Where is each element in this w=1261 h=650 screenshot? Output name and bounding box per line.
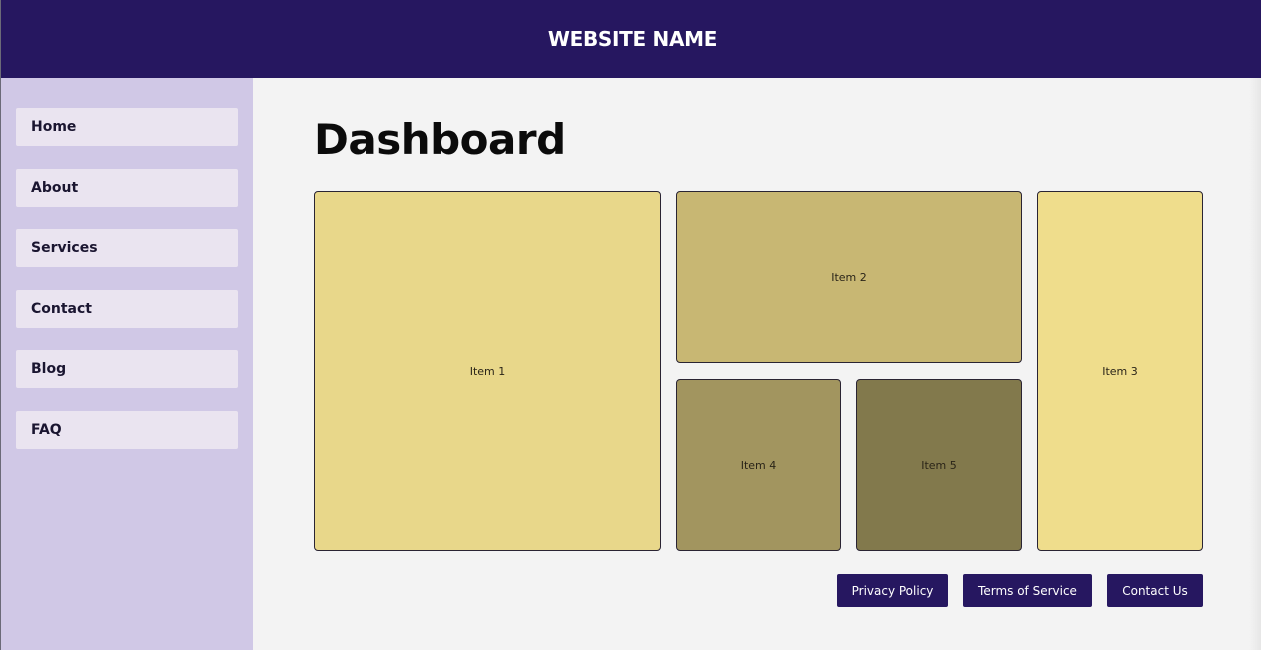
app-window: WEBSITE NAME Home About Services Contact… bbox=[0, 0, 1261, 650]
edge-shadow bbox=[1249, 78, 1261, 650]
dashboard-item-1: Item 1 bbox=[314, 191, 661, 551]
sidebar-item-about[interactable]: About bbox=[16, 169, 238, 207]
main-content: Dashboard Item 1 Item 2 Item 3 Item 4 It… bbox=[253, 78, 1261, 650]
sidebar-item-blog[interactable]: Blog bbox=[16, 350, 238, 388]
item-label: Item 1 bbox=[469, 364, 506, 378]
item-label: Item 2 bbox=[831, 270, 867, 284]
site-header: WEBSITE NAME bbox=[1, 0, 1261, 78]
dashboard-item-5: Item 5 bbox=[856, 379, 1022, 551]
item-label: Item 5 bbox=[921, 458, 957, 472]
terms-of-service-button[interactable]: Terms of Service bbox=[963, 574, 1092, 607]
sidebar-item-contact[interactable]: Contact bbox=[16, 290, 238, 328]
item-label: Item 3 bbox=[1102, 364, 1138, 378]
sidebar: Home About Services Contact Blog FAQ bbox=[1, 78, 253, 650]
site-title[interactable]: WEBSITE NAME bbox=[548, 27, 718, 51]
sidebar-item-home[interactable]: Home bbox=[16, 108, 238, 146]
dashboard-item-3: Item 3 bbox=[1037, 191, 1203, 551]
contact-us-button[interactable]: Contact Us bbox=[1107, 574, 1203, 607]
dashboard-item-2: Item 2 bbox=[676, 191, 1022, 363]
privacy-policy-button[interactable]: Privacy Policy bbox=[837, 574, 948, 607]
dashboard-item-4: Item 4 bbox=[676, 379, 841, 551]
sidebar-item-services[interactable]: Services bbox=[16, 229, 238, 267]
item-label: Item 4 bbox=[740, 458, 777, 472]
sidebar-item-faq[interactable]: FAQ bbox=[16, 411, 238, 449]
page-title: Dashboard bbox=[314, 115, 566, 164]
